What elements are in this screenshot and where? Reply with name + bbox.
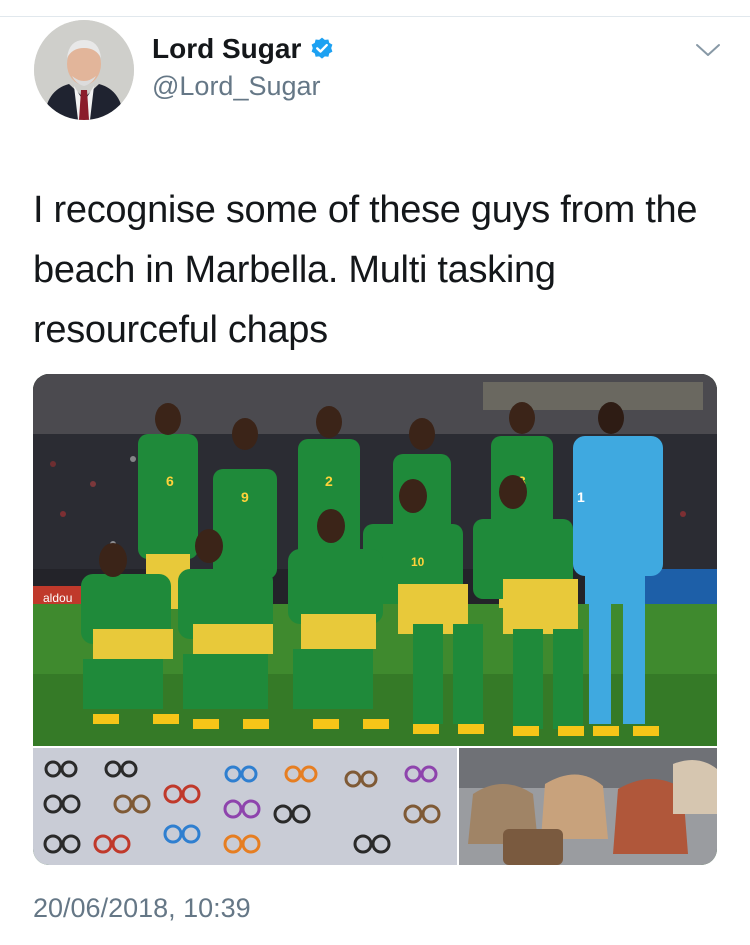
bags-photo: [459, 748, 717, 865]
author-handle[interactable]: @Lord_Sugar: [152, 71, 321, 102]
team-photo: aldou 6 2 3: [33, 374, 717, 746]
shirt-number: 9: [241, 489, 249, 505]
shirt-number: 10: [411, 555, 425, 569]
stadium-board-text: aldou: [43, 591, 72, 605]
shirt-number: 6: [166, 473, 174, 489]
sunglasses-photo: [33, 748, 457, 865]
avatar[interactable]: [34, 20, 134, 120]
author-display-name[interactable]: Lord Sugar: [152, 33, 335, 65]
tweet-timestamp[interactable]: 20/06/2018, 10:39: [33, 893, 251, 924]
tweet-text: I recognise some of these guys from the …: [33, 189, 698, 351]
top-divider: [0, 16, 750, 17]
shirt-number: 2: [325, 473, 333, 489]
tweet-media[interactable]: aldou 6 2 3: [33, 374, 717, 865]
chevron-down-icon[interactable]: [694, 40, 722, 60]
verified-badge-icon: [311, 37, 333, 59]
author-name-text[interactable]: Lord Sugar: [152, 33, 301, 65]
shirt-number: 1: [577, 489, 585, 505]
